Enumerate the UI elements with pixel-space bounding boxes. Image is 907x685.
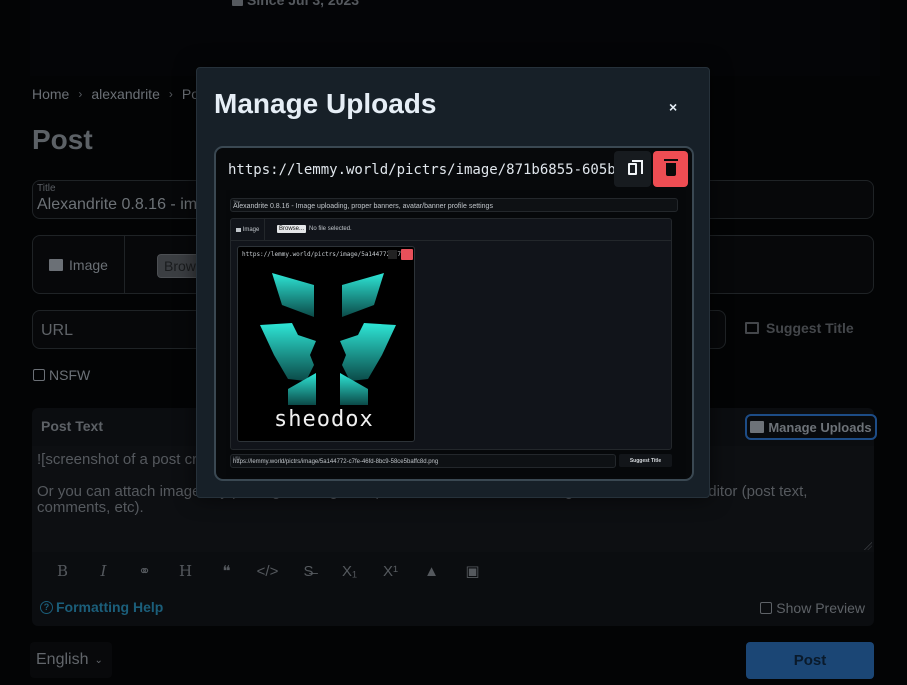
upload-preview-image: Title Alexandrite 0.8.16 - Image uploadi… <box>226 190 686 477</box>
modal-title: Manage Uploads <box>214 88 437 119</box>
logo-text: sheodox <box>274 407 374 432</box>
nsfw-checkbox[interactable]: NSFW <box>33 367 90 383</box>
markdown-toolbar: B I ⚭ H ❝ </> S̶ X₁ X¹ ▲ ▣ <box>42 560 493 582</box>
heading-icon[interactable]: H <box>165 560 206 582</box>
calendar-icon <box>232 0 243 6</box>
trash-icon <box>663 158 678 176</box>
preview-title-field: Title Alexandrite 0.8.16 - Image uploadi… <box>230 198 678 212</box>
checkbox-icon[interactable] <box>760 602 773 614</box>
upload-url[interactable]: https://lemmy.world/pictrs/image/871b685… <box>228 162 616 178</box>
quote-icon[interactable]: ❝ <box>206 560 247 582</box>
spoiler-warning-icon[interactable]: ▲ <box>411 560 452 582</box>
preview-image-field: Image Browse... No file selected. https:… <box>230 218 672 450</box>
preview-suggest-title: Suggest Title <box>619 454 672 467</box>
bold-icon[interactable]: B <box>42 560 83 582</box>
checkbox-icon[interactable] <box>33 369 45 381</box>
upload-item: https://lemmy.world/pictrs/image/871b685… <box>214 146 694 481</box>
newspaper-icon <box>745 322 759 334</box>
formatting-help-link[interactable]: ? Formatting Help <box>40 599 163 615</box>
italic-icon[interactable]: I <box>83 560 124 582</box>
post-submit-button[interactable]: Post <box>746 642 874 679</box>
page-title: Post <box>32 124 93 155</box>
suggest-title-button[interactable]: Suggest Title <box>745 320 854 336</box>
question-icon: ? <box>40 600 53 614</box>
breadcrumb-home[interactable]: Home <box>32 86 69 102</box>
title-label: Title <box>37 183 56 194</box>
images-icon <box>750 421 765 433</box>
delete-upload-button[interactable] <box>653 151 688 187</box>
preview-copy-icon <box>388 250 397 259</box>
manage-uploads-button[interactable]: Manage Uploads <box>745 414 877 440</box>
since-date: Since Jul 3, 2023 <box>232 0 359 8</box>
show-preview-checkbox[interactable]: Show Preview <box>760 600 865 616</box>
preview-image-tab: Image <box>231 219 265 240</box>
url-placeholder: URL <box>41 322 74 339</box>
code-icon[interactable]: </> <box>247 560 288 582</box>
preview-upload-card: https://lemmy.world/pictrs/image/5a14477… <box>237 246 415 442</box>
superscript-icon[interactable]: X¹ <box>370 560 411 582</box>
image-icon <box>49 258 64 271</box>
breadcrumb-community[interactable]: alexandrite <box>91 86 160 102</box>
preview-browse: Browse... No file selected. <box>277 225 352 233</box>
close-icon[interactable]: × <box>669 99 677 115</box>
copy-url-button[interactable] <box>614 151 651 187</box>
strikethrough-icon[interactable]: S̶ <box>288 560 329 582</box>
image-icon[interactable]: ▣ <box>452 560 493 582</box>
breadcrumb-separator: › <box>78 87 83 101</box>
preview-url-field: URL https://lemmy.world/pictrs/image/5a1… <box>230 454 616 468</box>
resize-handle[interactable] <box>864 542 872 550</box>
breadcrumb: Home › alexandrite › Post <box>32 86 210 102</box>
preview-trash-icon <box>401 249 413 260</box>
copy-icon <box>628 160 643 175</box>
subscript-icon[interactable]: X₁ <box>329 560 370 582</box>
link-icon[interactable]: ⚭ <box>124 560 165 582</box>
manage-uploads-modal: Manage Uploads × https://lemmy.world/pic… <box>196 67 710 498</box>
breadcrumb-separator: › <box>168 87 173 101</box>
editor-header: Post Text <box>41 418 103 434</box>
chevron-down-icon: ⌄ <box>94 654 103 666</box>
language-select[interactable]: English ⌄ <box>30 642 112 678</box>
profile-banner <box>30 0 880 76</box>
image-tab[interactable]: Image <box>33 236 125 293</box>
